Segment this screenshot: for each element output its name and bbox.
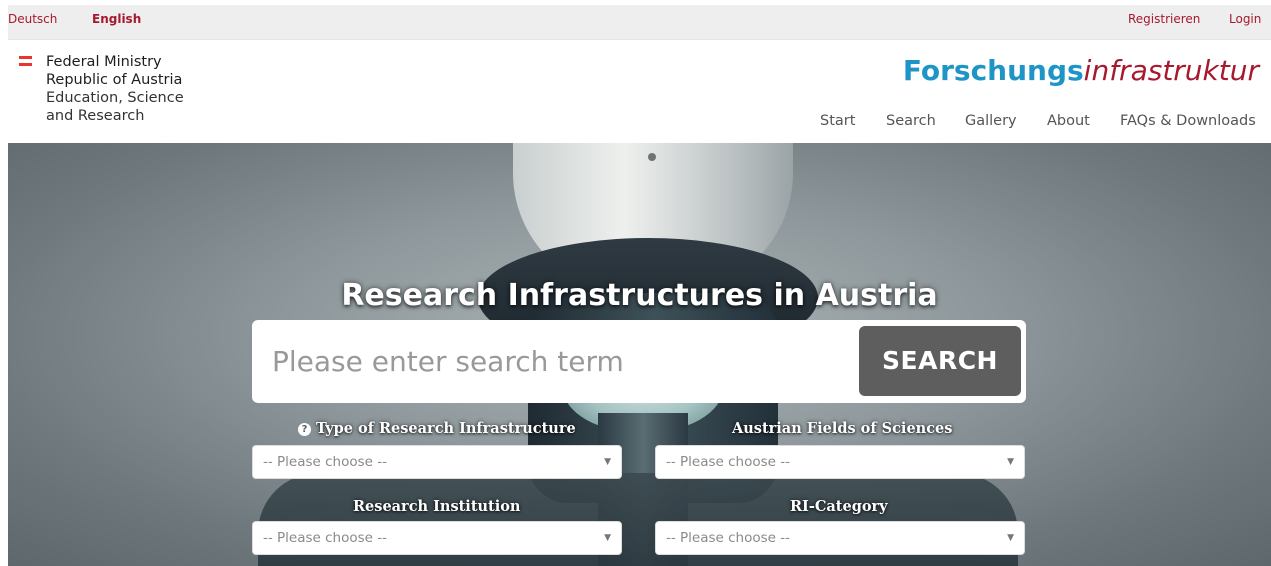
category-filter-label: RI-Category bbox=[790, 498, 888, 515]
ministry-logo[interactable]: Federal Ministry Republic of Austria Edu… bbox=[46, 53, 184, 125]
hero-section: Research Infrastructures in Austria SEAR… bbox=[8, 143, 1271, 566]
search-input[interactable] bbox=[252, 320, 842, 403]
institution-filter-label: Research Institution bbox=[353, 498, 521, 515]
fields-filter-label: Austrian Fields of Sciences bbox=[732, 420, 953, 437]
fields-select-value: -- Please choose -- bbox=[666, 454, 791, 470]
fields-select[interactable]: -- Please choose -- ▼ bbox=[655, 445, 1025, 479]
brand-italic-text: infrastruktur bbox=[1083, 54, 1259, 87]
type-filter-label: ? Type of Research Infrastructure bbox=[298, 420, 576, 437]
caret-down-icon: ▼ bbox=[1007, 457, 1014, 467]
language-deutsch-link[interactable]: Deutsch bbox=[8, 12, 57, 26]
institution-select-value: -- Please choose -- bbox=[263, 530, 388, 546]
austria-flag-icon bbox=[19, 56, 32, 68]
ministry-line-1: Federal Ministry bbox=[46, 54, 162, 70]
language-bar: Deutsch English Registrieren Login bbox=[8, 5, 1271, 40]
brand-bold-text: Forschungs bbox=[902, 54, 1084, 87]
institution-select[interactable]: -- Please choose -- ▼ bbox=[252, 521, 622, 555]
type-filter-label-text: Type of Research Infrastructure bbox=[316, 420, 576, 437]
microscope-image-part bbox=[648, 153, 656, 161]
brand-logo[interactable]: Forschungsinfrastruktur bbox=[903, 54, 1259, 87]
nav-about[interactable]: About bbox=[1047, 113, 1090, 129]
search-button[interactable]: SEARCH bbox=[859, 326, 1021, 396]
nav-faqs-downloads[interactable]: FAQs & Downloads bbox=[1120, 113, 1256, 129]
language-english-link[interactable]: English bbox=[92, 12, 141, 26]
type-select[interactable]: -- Please choose -- ▼ bbox=[252, 445, 622, 479]
caret-down-icon: ▼ bbox=[604, 457, 611, 467]
ministry-line-4: and Research bbox=[46, 108, 145, 124]
hero-title: Research Infrastructures in Austria bbox=[341, 278, 938, 313]
ministry-line-2: Republic of Austria bbox=[46, 72, 183, 88]
caret-down-icon: ▼ bbox=[1007, 533, 1014, 543]
login-link[interactable]: Login bbox=[1229, 12, 1261, 26]
site-header: Federal Ministry Republic of Austria Edu… bbox=[8, 40, 1271, 143]
nav-gallery[interactable]: Gallery bbox=[965, 113, 1017, 129]
nav-search[interactable]: Search bbox=[886, 113, 936, 129]
nav-start[interactable]: Start bbox=[820, 113, 855, 129]
question-circle-icon[interactable]: ? bbox=[298, 423, 311, 436]
search-box: SEARCH bbox=[252, 320, 1026, 403]
category-select[interactable]: -- Please choose -- ▼ bbox=[655, 521, 1025, 555]
ministry-line-3: Education, Science bbox=[46, 90, 184, 106]
type-select-value: -- Please choose -- bbox=[263, 454, 388, 470]
register-link[interactable]: Registrieren bbox=[1128, 12, 1200, 26]
category-select-value: -- Please choose -- bbox=[666, 530, 791, 546]
caret-down-icon: ▼ bbox=[604, 533, 611, 543]
